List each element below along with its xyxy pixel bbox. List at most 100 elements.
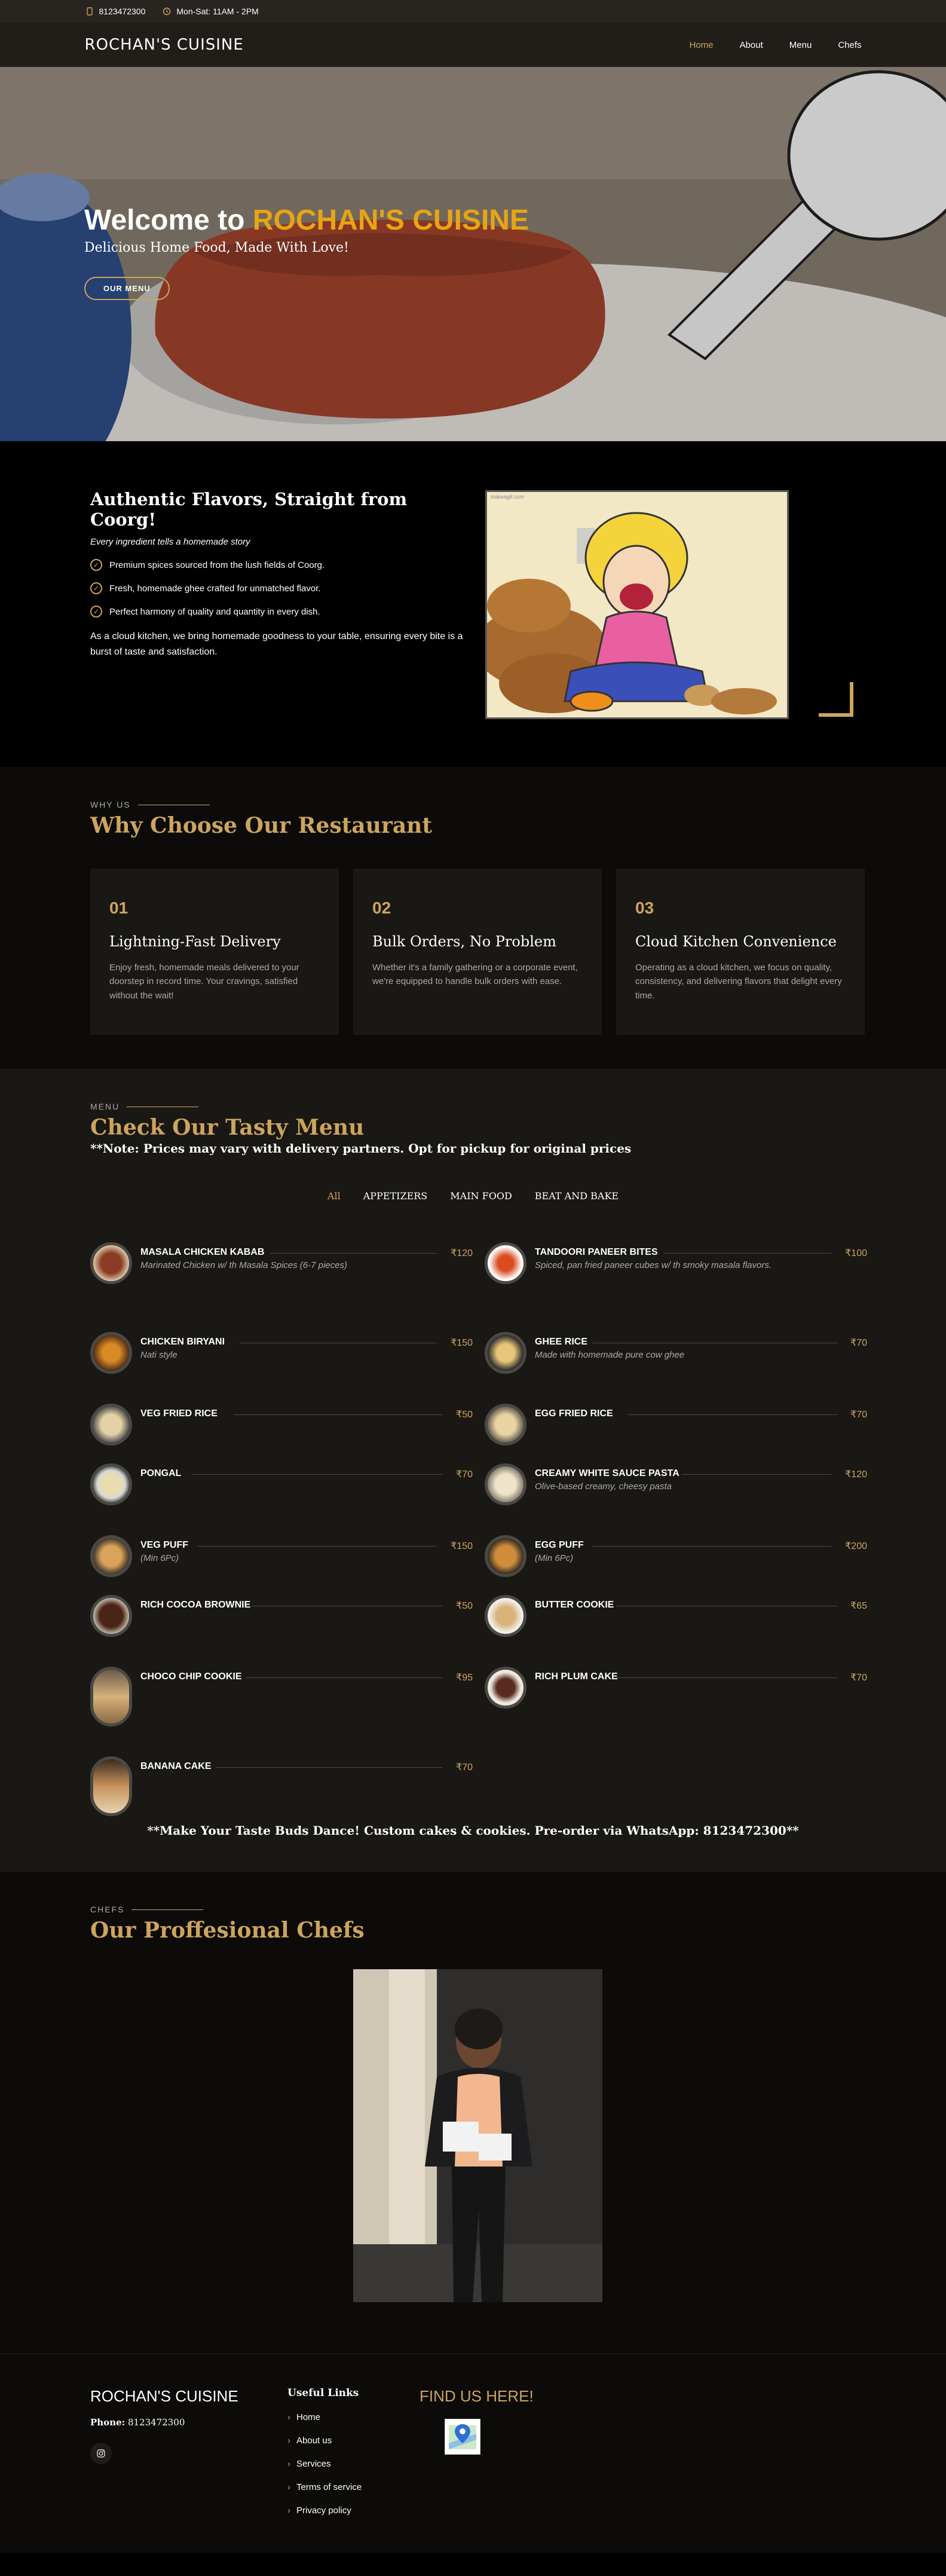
dotted-divider (270, 1253, 437, 1254)
feature-card: 03 Cloud Kitchen Convenience Operating a… (616, 869, 865, 1035)
nav-chefs[interactable]: Chefs (838, 40, 861, 50)
dotted-divider (234, 1414, 443, 1415)
footer-link-privacy[interactable]: › Privacy policy (287, 2505, 362, 2516)
footer-link-home[interactable]: › Home (287, 2412, 362, 2422)
food-thumbnail (485, 1463, 526, 1505)
menu-item-name: PONGAL (140, 1468, 182, 1478)
dotted-divider (246, 1677, 443, 1678)
dotted-divider (664, 1253, 831, 1254)
footer-phone: Phone: 8123472300 (90, 2417, 185, 2428)
list-item: ✓ Perfect harmony of quality and quantity… (90, 606, 473, 618)
menu-item-name: VEG FRIED RICE (140, 1408, 218, 1419)
menu-item[interactable]: CHICKEN BIRYANI ₹150 Nati style (90, 1332, 473, 1380)
menu-item[interactable]: TANDOORI PANEER BITES ₹100 Spiced, pan f… (485, 1242, 867, 1290)
menu-item-price: ₹50 (456, 1410, 473, 1420)
menu-item-price: ₹65 (850, 1601, 867, 1611)
about-section: Authentic Flavors, Straight from Coorg! … (0, 441, 946, 767)
about-bullets: ✓ Premium spices sourced from the lush fi… (90, 559, 473, 618)
chef-photo (353, 1969, 602, 2302)
menu-item-name: VEG PUFF (140, 1540, 189, 1550)
card-number: 01 (109, 899, 128, 917)
instagram-icon[interactable] (90, 2443, 112, 2464)
menu-item[interactable]: VEG PUFF ₹150 (Min 6Pc) (90, 1535, 473, 1583)
custom-order-note: **Make Your Taste Buds Dance! Custom cak… (147, 1823, 799, 1838)
feature-card: 01 Lightning-Fast Delivery Enjoy fresh, … (90, 869, 339, 1035)
menu-item-description: Made with homemade pure cow ghee (535, 1350, 685, 1360)
bottom-bar (0, 2553, 946, 2576)
hero-title-accent: ROCHAN'S CUISINE (252, 204, 529, 236)
menu-item-price: ₹120 (451, 1248, 473, 1258)
chevron-right-icon: › (287, 2412, 290, 2422)
useful-links-title: Useful Links (287, 2387, 359, 2399)
menu-item-description: Olive-based creamy, cheesy pasta (535, 1481, 672, 1492)
menu-item[interactable]: BANANA CAKE ₹70 (90, 1756, 473, 1816)
hero-title: Welcome to ROCHAN'S CUISINE (84, 203, 622, 238)
corner-decoration (819, 682, 853, 717)
footer-link-terms[interactable]: › Terms of service (287, 2482, 362, 2492)
menu-item-description: (Min 6Pc) (535, 1553, 574, 1563)
menu-item-name: CHOCO CHIP COOKIE (140, 1672, 242, 1682)
menu-item[interactable]: PONGAL ₹70 (90, 1463, 473, 1511)
menu-item-price: ₹50 (456, 1601, 473, 1611)
menu-item[interactable]: RICH COCOA BROWNIE ₹50 (90, 1595, 473, 1643)
menu-item[interactable]: VEG FRIED RICE ₹50 (90, 1404, 473, 1452)
menu-item-description: (Min 6Pc) (140, 1553, 179, 1563)
why-us-section: WHY US Why Choose Our Restaurant 01 Ligh… (0, 767, 946, 1069)
menu-item-name: BUTTER COOKIE (535, 1600, 614, 1610)
chefs-section: CHEFS Our Proffesional Chefs (0, 1872, 946, 2354)
nav-about[interactable]: About (740, 40, 763, 50)
menu-item-name: CHICKEN BIRYANI (140, 1337, 225, 1347)
menu-item-price: ₹70 (456, 1469, 473, 1480)
menu-item-price: ₹120 (845, 1469, 867, 1480)
menu-item-price: ₹200 (845, 1541, 867, 1551)
filter-appetizers[interactable]: APPETIZERS (363, 1190, 428, 1202)
section-title: Check Our Tasty Menu (90, 1115, 365, 1140)
list-item: ✓ Premium spices sourced from the lush fi… (90, 559, 473, 571)
filter-all[interactable]: All (327, 1190, 341, 1202)
clock-icon (162, 7, 172, 16)
footer-link-about[interactable]: › About us (287, 2436, 362, 2446)
useful-links: Useful Links › Home › About us › Services ›… (287, 2387, 362, 2516)
menu-item[interactable]: EGG FRIED RICE ₹70 (485, 1404, 867, 1452)
footer-link-services[interactable]: › Services (287, 2459, 362, 2469)
menu-item[interactable]: CREAMY WHITE SAUCE PASTA ₹120 Olive-base… (485, 1463, 867, 1511)
menu-filters: All APPETIZERS MAIN FOOD BEAT AND BAKE (0, 1190, 946, 1202)
list-item: ✓ Fresh, homemade ghee crafted for unmatc… (90, 582, 473, 594)
filter-main-food[interactable]: MAIN FOOD (450, 1190, 512, 1202)
menu-item[interactable]: GHEE RICE ₹70 Made with homemade pure co… (485, 1332, 867, 1380)
link-text: Terms of service (296, 2482, 362, 2492)
find-us-title: FIND US HERE! (420, 2387, 534, 2405)
check-circle-icon: ✓ (90, 606, 102, 618)
map-location-icon[interactable] (445, 2419, 480, 2455)
menu-item-price: ₹70 (850, 1338, 867, 1348)
menu-item-name: MASALA CHICKEN KABAB (140, 1247, 265, 1257)
menu-item-name: BANANA CAKE (140, 1761, 212, 1771)
site-logo[interactable]: ROCHAN'S CUISINE (85, 36, 244, 54)
menu-item-price: ₹70 (850, 1673, 867, 1683)
menu-item[interactable]: CHOCO CHIP COOKIE ₹95 (90, 1667, 473, 1726)
feature-card: 02 Bulk Orders, No Problem Whether it's … (353, 869, 602, 1035)
section-title: Our Proffesional Chefs (90, 1918, 365, 1943)
section-label: MENU (90, 1102, 631, 1111)
about-paragraph: As a cloud kitchen, we bring homemade go… (90, 631, 463, 657)
menu-item[interactable]: RICH PLUM CAKE ₹70 (485, 1667, 867, 1715)
menu-item[interactable]: MASALA CHICKEN KABAB ₹120 Marinated Chic… (90, 1242, 473, 1290)
link-text: Home (296, 2412, 321, 2422)
card-description: Whether it's a family gathering or a cor… (372, 962, 578, 987)
card-title: Bulk Orders, No Problem (372, 933, 556, 950)
nav-home[interactable]: Home (690, 40, 714, 50)
phone-text: 8123472300 (99, 7, 146, 16)
card-number: 03 (635, 899, 654, 917)
menu-item-price: ₹95 (456, 1673, 473, 1683)
nav-menu[interactable]: Menu (789, 40, 812, 50)
menu-item[interactable]: BUTTER COOKIE ₹65 (485, 1595, 867, 1643)
our-menu-button[interactable]: OUR MENU (84, 276, 170, 300)
menu-item-description: Spiced, pan fried paneer cubes w/ th smo… (535, 1260, 772, 1270)
footer-brand: ROCHAN'S CUISINE (90, 2387, 238, 2405)
link-text: About us (296, 2436, 332, 2446)
menu-item[interactable]: EGG PUFF ₹200 (Min 6Pc) (485, 1535, 867, 1583)
check-circle-icon: ✓ (90, 582, 102, 594)
hero-title-prefix: Welcome to (84, 204, 253, 236)
filter-beat-and-bake[interactable]: BEAT AND BAKE (535, 1190, 619, 1202)
feature-cards: 01 Lightning-Fast Delivery Enjoy fresh, … (90, 869, 865, 1035)
